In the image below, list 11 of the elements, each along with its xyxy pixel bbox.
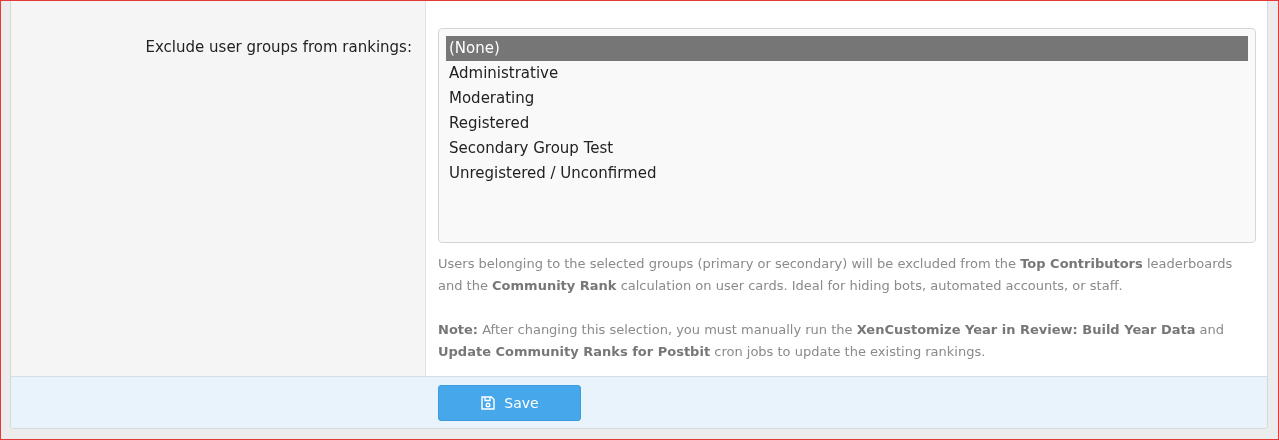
list-option[interactable]: Administrative [446, 61, 1248, 86]
group-listbox[interactable]: (None) Administrative Moderating Registered Secondary Group Test Unregistered / Unconfirmed [438, 28, 1256, 243]
list-option[interactable]: Unregistered / Unconfirmed [446, 161, 1248, 186]
list-option[interactable]: Registered [446, 111, 1248, 136]
help-text: Users belonging to the selected groups (primary or secondary) will be excluded from the Top Contributors leaderboards and the Community Rank calculation on user cards. Ideal for hiding bots, automated accounts, or staff. [438, 255, 1234, 295]
list-option[interactable]: Secondary Group Test [446, 136, 1248, 161]
list-option[interactable]: Moderating [446, 86, 1248, 111]
help-text: Note: After changing this selection, you must manually run the XenCustomize Year in Review: Build Year Data and Update Community Ranks for Postbit cron jobs to update the existing rankings. [438, 321, 1226, 361]
save-icon [480, 394, 497, 411]
list-option[interactable]: (None) [446, 36, 1248, 61]
field-label: Exclude user groups from rankings: [145, 38, 412, 56]
